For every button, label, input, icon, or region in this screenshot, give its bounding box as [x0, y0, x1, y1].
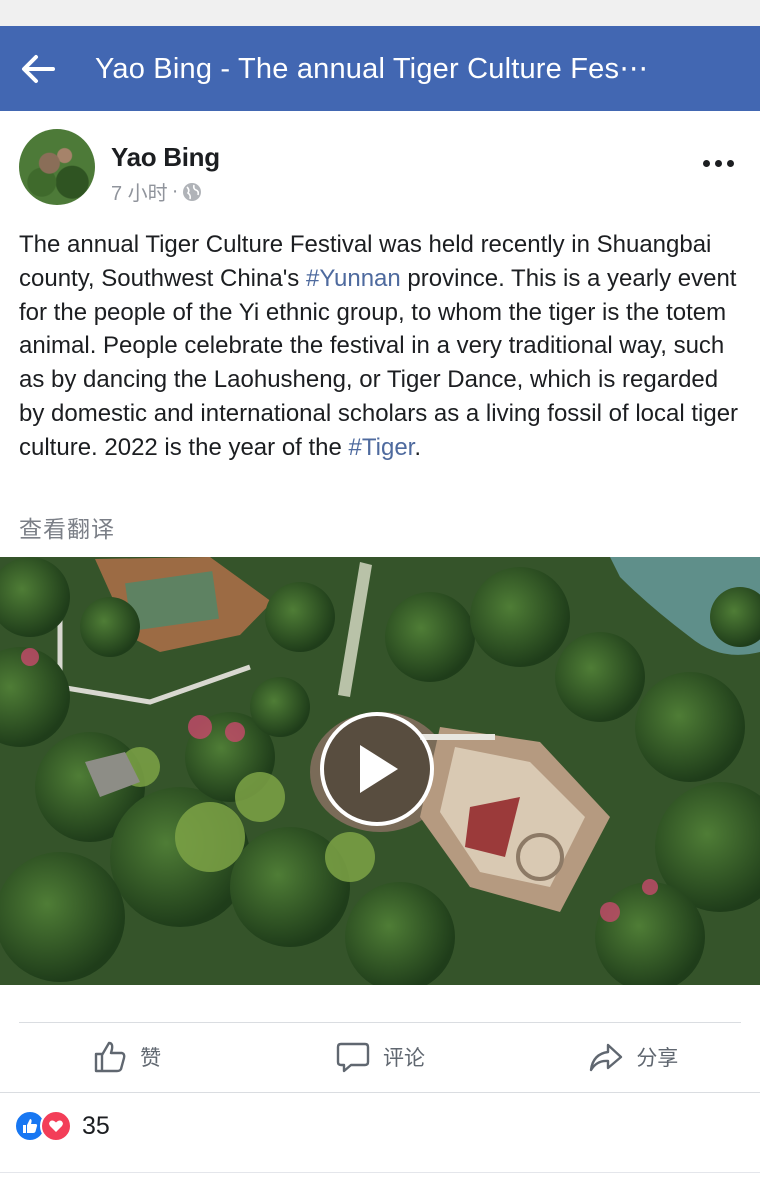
page-title: Yao Bing - The annual Tiger Culture Fes⋯ — [95, 53, 649, 85]
play-button[interactable] — [320, 712, 434, 826]
like-label: 赞 — [140, 1047, 162, 1070]
divider — [0, 1092, 760, 1093]
see-translation-link[interactable]: 查看翻译 — [19, 510, 115, 544]
more-icon — [702, 159, 710, 167]
reaction-count: 35 — [82, 1111, 110, 1140]
back-arrow-icon — [22, 54, 55, 83]
top-bar: Yao Bing - The annual Tiger Culture Fes⋯ — [0, 26, 760, 111]
action-bar: 赞 评论 分享 — [0, 1023, 760, 1091]
post-meta: 7 小时 · — [111, 177, 202, 206]
comment-button[interactable]: 评论 — [253, 1023, 506, 1091]
status-bar — [0, 0, 760, 26]
post-text-part-2: province. This is a yearly event for the… — [19, 264, 739, 461]
love-reaction-icon — [40, 1110, 72, 1142]
reactions-summary[interactable]: 35 — [14, 1108, 110, 1144]
hashtag-yunnan[interactable]: #Yunnan — [306, 265, 401, 292]
like-icon — [94, 1041, 126, 1073]
play-icon — [360, 745, 398, 793]
meta-separator: · — [171, 180, 179, 202]
divider — [0, 1172, 760, 1173]
post-body: The annual Tiger Culture Festival was he… — [19, 228, 747, 465]
back-button[interactable] — [0, 26, 76, 111]
more-options-button[interactable] — [700, 151, 736, 175]
comment-label: 评论 — [382, 1047, 425, 1070]
post-time[interactable]: 7 小时 — [111, 177, 168, 206]
hashtag-tiger[interactable]: #Tiger — [349, 434, 415, 461]
avatar[interactable] — [19, 129, 95, 205]
share-icon — [590, 1043, 623, 1072]
like-button[interactable]: 赞 — [0, 1023, 253, 1091]
comment-icon — [336, 1042, 370, 1073]
author-name[interactable]: Yao Bing — [111, 142, 220, 173]
share-button[interactable]: 分享 — [507, 1023, 760, 1091]
post-text-part-3: . — [414, 433, 422, 461]
post-header: Yao Bing 7 小时 · — [0, 111, 760, 221]
share-label: 分享 — [636, 1047, 679, 1070]
globe-icon — [183, 182, 202, 201]
